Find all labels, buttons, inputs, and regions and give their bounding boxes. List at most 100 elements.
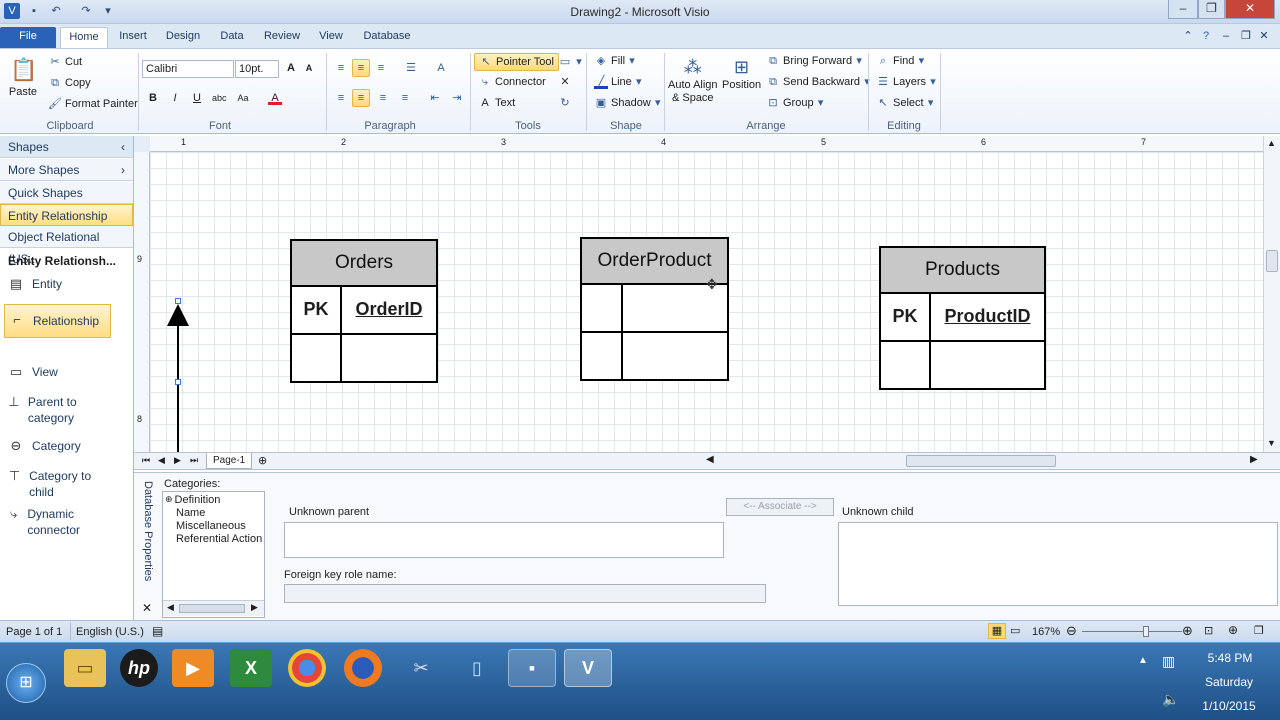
entity-orderproduct-row[interactable] [582,333,727,379]
copy-button[interactable]: ⧉ Copy [48,76,91,90]
entity-orders-row[interactable] [292,335,436,381]
tab-view[interactable]: View [312,27,350,48]
page-tab-1[interactable]: Page-1 [206,453,253,469]
cut-button[interactable]: ✂ Cut [48,55,82,69]
zoom-slider-thumb[interactable] [1143,626,1149,637]
entity-products-row[interactable]: PK ProductID [881,294,1044,342]
zoom-slider[interactable] [1082,626,1182,637]
doc-minimize-icon[interactable]: – [1218,27,1234,48]
scroll-thumb[interactable] [179,604,245,613]
justify-button[interactable]: ≡ [398,91,412,105]
last-page-icon[interactable]: ⏭ [190,455,198,466]
entity-products-row[interactable] [881,342,1044,388]
full-screen-icon[interactable]: ▭ [1010,624,1020,637]
minimize-icon[interactable]: – [1168,0,1198,19]
insert-page-icon[interactable]: ⊕ [258,454,267,467]
align-right-button[interactable]: ≡ [376,91,390,105]
switch-windows-icon[interactable]: ❐ [1254,624,1264,637]
change-case-button[interactable]: Aa [236,91,250,105]
categories-list[interactable]: ⊕ Definition Name Miscellaneous Referent… [162,491,265,618]
entity-orderproduct[interactable]: OrderProduct [580,237,729,381]
database-properties-tab[interactable]: Database Properties [138,481,154,593]
zoom-out-icon[interactable]: ⊖ [1066,623,1077,639]
prev-page-icon[interactable]: ◀ [158,455,165,466]
rotate-button[interactable]: ↻ [558,96,572,110]
volume-icon[interactable]: 🔈 [1162,691,1179,708]
category-referential-action[interactable]: Referential Action [176,533,262,545]
visio-taskbar-icon[interactable]: V [564,649,612,687]
tab-database[interactable]: Database [358,27,416,48]
excel-icon[interactable]: X [230,649,272,687]
layers-button[interactable]: ☰ Layers ▾ [876,75,937,89]
page-indicator[interactable]: Page 1 of 1 [6,626,62,638]
notes-icon[interactable]: ▯ [456,649,498,687]
scroll-left-icon[interactable]: ◀ [706,454,714,465]
strikethrough-button[interactable]: abc [212,91,227,105]
underline-button[interactable]: U [190,91,204,105]
scroll-right-icon[interactable]: ▶ [251,602,258,613]
pointer-tool-button[interactable]: ↖ Pointer Tool [474,53,559,71]
line-button[interactable]: ╱ Line ▾ [594,75,643,89]
italic-button[interactable]: I [168,91,182,105]
quick-shapes-item[interactable]: Quick Shapes [0,182,133,204]
hp-icon[interactable]: hp [120,649,158,687]
auto-align-button[interactable]: ⁂ Auto Align & Space [668,55,718,105]
tab-review[interactable]: Review [258,27,306,48]
drawing-canvas[interactable]: Orders PK OrderID OrderProduct ✥ Product… [150,152,1263,452]
entity-orders-row[interactable]: PK OrderID [292,287,436,335]
shape-dynamic-connector[interactable]: ⤷ Dynamic connector [6,506,106,538]
rectangle-shape-button[interactable]: ▭ ▾ [558,55,583,69]
scroll-left-icon[interactable]: ◀ [167,602,174,613]
font-size-combo[interactable]: 10pt. [235,60,279,78]
normal-view-icon[interactable]: ▦ [988,623,1006,639]
doc-close-icon[interactable]: ✕ [1256,27,1272,48]
save-app-icon[interactable]: ▪ [508,649,556,687]
fit-page-icon[interactable]: ⊡ [1204,624,1213,637]
file-explorer-icon[interactable]: ▭ [64,649,106,687]
bullets-button[interactable]: ☰ [404,61,418,75]
category-definition[interactable]: ⊕ Definition [165,494,220,506]
connector-midpoint-handle[interactable] [175,379,181,385]
horizontal-scroll-thumb[interactable] [906,455,1056,467]
restore-icon[interactable]: ❐ [1198,0,1225,19]
font-color-button[interactable]: A [268,91,282,105]
category-name[interactable]: Name [176,507,205,519]
fill-button[interactable]: ◈ Fill ▾ [594,54,636,68]
group-button[interactable]: ⊡ Group ▾ [766,96,825,110]
align-left-button[interactable]: ≡ [334,91,348,105]
vertical-ruler[interactable]: 9 8 [134,152,150,452]
minimize-ribbon-icon[interactable]: ⌃ [1180,27,1196,48]
categories-hscrollbar[interactable]: ◀ ▶ [163,600,264,616]
decrease-indent-button[interactable]: ⇤ [428,91,442,105]
align-bottom-button[interactable]: ≡ [374,61,388,75]
align-center-button[interactable]: ≡ [352,89,370,107]
send-backward-button[interactable]: ⧉Send Backward▾ [766,75,871,89]
close-panel-icon[interactable]: ✕ [142,601,152,615]
select-button[interactable]: ↖ Select ▾ [876,96,935,110]
stencil-entity-relationship[interactable]: Entity Relationship (U... [0,204,133,245]
associate-button[interactable]: <-- Associate --> [726,498,834,516]
zoom-in-icon[interactable]: ⊕ [1182,623,1193,639]
first-page-icon[interactable]: ⏮ [142,455,150,466]
shape-category[interactable]: ⊖ Category [6,438,81,456]
connection-point-button[interactable]: ✕ [558,75,572,89]
shape-category-to-child[interactable]: ⊤ Category to child [6,468,106,500]
clock-time[interactable]: 5:48 PM [1200,651,1260,665]
media-player-icon[interactable]: ▶ [172,649,214,687]
tab-design[interactable]: Design [160,27,206,48]
shape-view[interactable]: ▭ View [6,364,58,382]
relationship-connector[interactable] [177,322,179,452]
find-button[interactable]: ⌕ Find ▾ [876,54,925,68]
grow-font-button[interactable]: A [284,61,298,75]
parent-entity-field[interactable] [284,522,724,558]
snipping-tool-icon[interactable]: ✂ [400,649,442,687]
bold-button[interactable]: B [146,91,160,105]
shape-relationship[interactable]: ⌐ Relationship [4,304,111,338]
paste-button[interactable]: 📋 Paste [8,55,38,98]
child-entity-field[interactable] [838,522,1278,606]
doc-restore-icon[interactable]: ❐ [1238,27,1254,48]
language-indicator[interactable]: English (U.S.) [76,626,144,638]
text-tool-button[interactable]: A Text [478,96,515,110]
category-miscellaneous[interactable]: Miscellaneous [176,520,246,532]
help-icon[interactable]: ? [1198,27,1214,48]
